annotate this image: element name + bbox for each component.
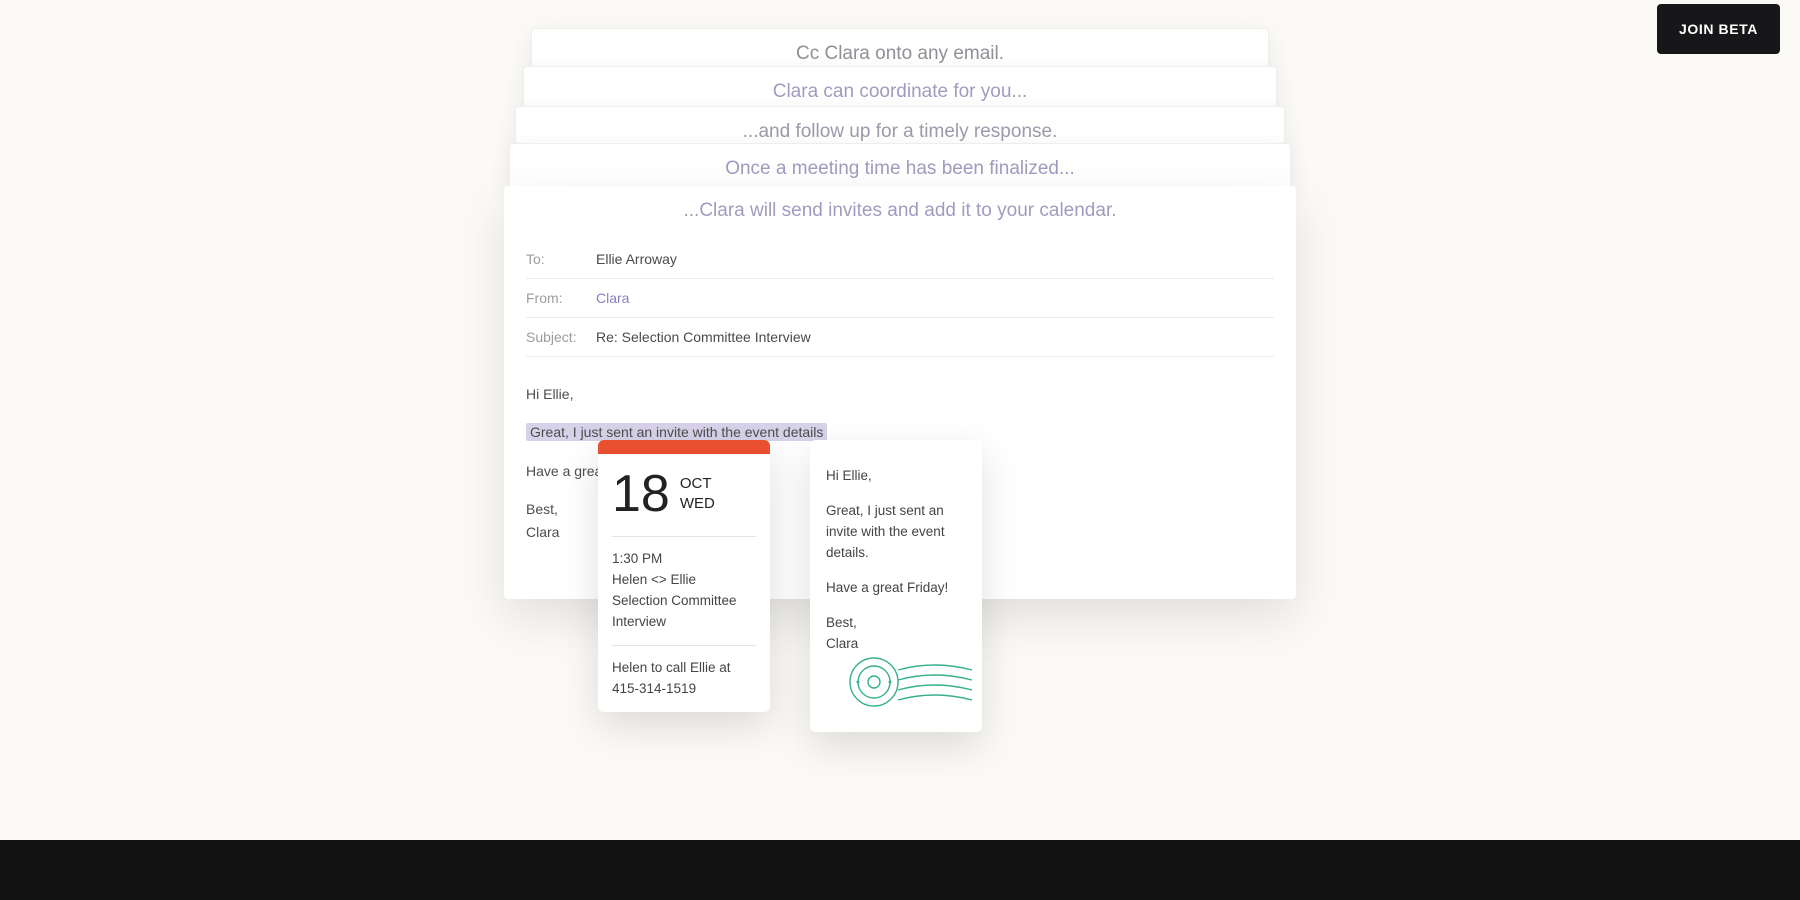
note-body: Great, I just sent an invite with the ev… [826, 501, 966, 564]
email-signoff: Best, [526, 501, 558, 517]
calendar-month: OCT [680, 474, 715, 494]
to-value: Ellie Arroway [596, 251, 677, 267]
note-signoff: Best, [826, 615, 857, 630]
email-to-row: To: Ellie Arroway [526, 240, 1274, 279]
calendar-event-block: 1:30 PM Helen <> Ellie Selection Committ… [598, 537, 770, 645]
subject-label: Subject: [526, 329, 578, 345]
calendar-event-title: Helen <> Ellie [612, 570, 756, 591]
calendar-weekday: WED [680, 494, 715, 514]
postage-stamp-icon [844, 652, 972, 712]
from-value: Clara [596, 290, 629, 306]
email-signature: Clara [526, 524, 559, 540]
calendar-event-subtitle: Selection Committee Interview [612, 591, 756, 633]
email-from-row: From: Clara [526, 279, 1274, 318]
calendar-time: 1:30 PM [612, 549, 756, 570]
calendar-card: 18 OCT WED 1:30 PM Helen <> Ellie Select… [598, 440, 770, 712]
note-greeting: Hi Ellie, [826, 466, 966, 487]
calendar-accent-bar [598, 440, 770, 454]
calendar-note: Helen to call Ellie at 415-314-1519 [612, 658, 756, 700]
join-beta-button[interactable]: JOIN BETA [1657, 4, 1780, 54]
calendar-day-number: 18 [612, 468, 670, 520]
email-highlight: Great, I just sent an invite with the ev… [526, 423, 827, 441]
subject-value: Re: Selection Committee Interview [596, 329, 811, 345]
calendar-date-row: 18 OCT WED [598, 454, 770, 536]
to-label: To: [526, 251, 578, 267]
calendar-note-block: Helen to call Ellie at 415-314-1519 [598, 646, 770, 712]
footer-bar [0, 840, 1800, 900]
email-headline: ...Clara will send invites and add it to… [504, 186, 1296, 240]
from-label: From: [526, 290, 578, 306]
note-card: Hi Ellie, Great, I just sent an invite w… [810, 440, 982, 732]
email-greeting: Hi Ellie, [526, 383, 1274, 405]
email-subject-row: Subject: Re: Selection Committee Intervi… [526, 318, 1274, 357]
note-line-3: Have a great Friday! [826, 578, 966, 599]
note-signature: Clara [826, 636, 858, 651]
page-root: JOIN BETA Cc Clara onto any email. Clara… [0, 0, 1800, 900]
